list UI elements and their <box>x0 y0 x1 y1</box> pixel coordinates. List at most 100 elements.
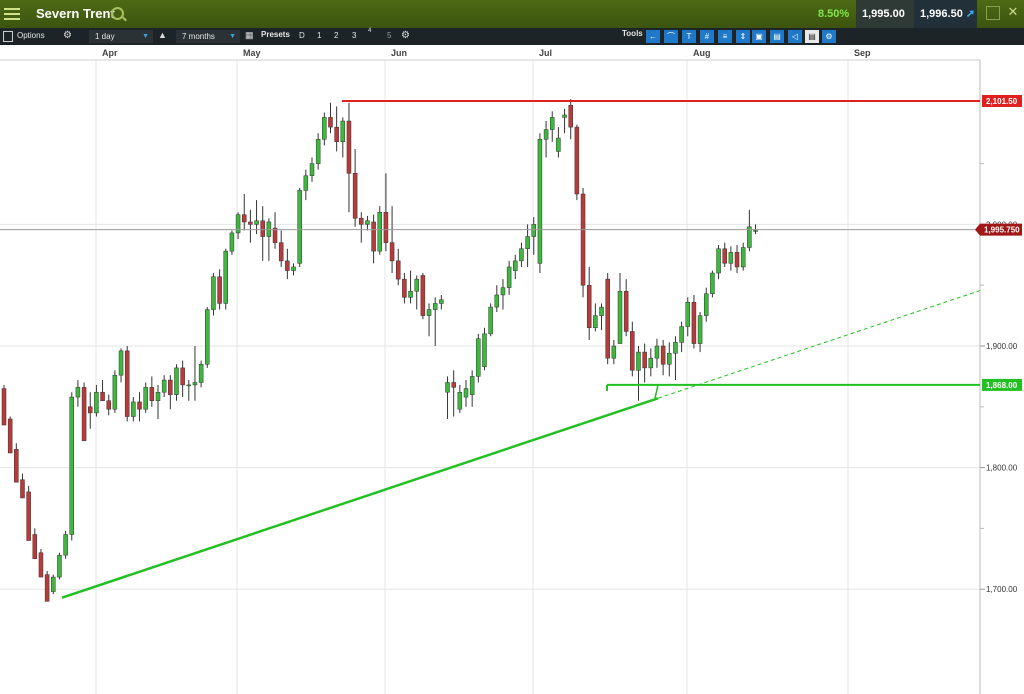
candle-body <box>537 139 543 264</box>
preset-1[interactable]: 1 <box>317 31 321 40</box>
candle <box>420 273 426 320</box>
candle <box>211 273 216 316</box>
candle-body <box>531 224 537 237</box>
candle <box>26 485 31 541</box>
candle-body <box>137 401 142 410</box>
candle-body <box>728 252 734 264</box>
candle <box>476 333 481 383</box>
table-icon[interactable] <box>3 31 13 42</box>
candle-body <box>543 129 549 140</box>
candle-body <box>371 221 376 252</box>
preset-5[interactable]: 5 <box>387 31 391 40</box>
candle-body <box>51 576 56 592</box>
candle-body <box>291 266 296 271</box>
candle <box>223 248 229 310</box>
candle-body <box>586 284 592 329</box>
candle-body <box>69 396 75 535</box>
y-tick-label: 1,900.00 <box>986 342 1018 351</box>
candle <box>297 187 302 267</box>
calendar-icon[interactable]: ▦ <box>245 30 254 41</box>
buy-price-button[interactable]: 1,996.50 ➚ <box>914 0 977 28</box>
candle-body <box>1 388 7 426</box>
print-icon[interactable]: ▤ <box>805 30 819 43</box>
candle-body <box>7 418 13 454</box>
candle <box>14 443 19 483</box>
candle-body <box>476 338 481 377</box>
candle-body <box>377 211 383 252</box>
candle <box>124 346 130 422</box>
candle-body <box>506 266 512 288</box>
candle-body <box>568 104 573 128</box>
preset-3[interactable]: 3 <box>352 31 356 40</box>
range-select[interactable]: 7 months ▼ <box>176 30 240 43</box>
candle-body <box>322 117 327 140</box>
chevron-down-icon: ▼ <box>142 33 149 40</box>
candle-body <box>611 345 617 359</box>
grid-icon[interactable]: # <box>700 30 714 43</box>
preset-d[interactable]: D <box>299 31 305 40</box>
candle-body <box>605 278 610 359</box>
gear-icon[interactable]: ⚙ <box>63 30 72 41</box>
candle-body <box>402 278 407 298</box>
candle <box>710 270 715 298</box>
candle-body <box>488 306 493 335</box>
lock-icon[interactable]: ▲ <box>158 30 167 40</box>
options-button[interactable]: Options <box>17 31 45 40</box>
candle-body <box>14 449 19 483</box>
preset-2[interactable]: 2 <box>334 31 338 40</box>
candle-body <box>617 291 623 344</box>
candle-body <box>439 299 444 304</box>
fibonacci-icon[interactable]: ≡ <box>718 30 732 43</box>
candle <box>377 206 383 255</box>
anchor-icon[interactable]: ⇕ <box>736 30 750 43</box>
candle-body <box>648 357 654 369</box>
candle-body <box>469 376 475 395</box>
interval-select[interactable]: 1 day ▼ <box>89 30 153 43</box>
gear-icon[interactable]: ⚙ <box>401 30 410 41</box>
candle-body <box>32 534 38 560</box>
search-icon[interactable] <box>111 7 124 20</box>
candle-body <box>642 351 647 369</box>
x-tick-label: Jul <box>539 48 552 58</box>
candle <box>605 273 610 365</box>
candle-body <box>654 345 660 359</box>
change-percent: 8.50% <box>818 8 850 20</box>
buy-arrow-icon: ➚ <box>965 8 976 20</box>
preset-4[interactable]: 4 <box>368 28 371 34</box>
candle-body <box>599 306 604 316</box>
chart-background <box>0 45 1024 694</box>
maximize-icon[interactable] <box>986 6 1000 20</box>
close-icon[interactable]: ✕ <box>1007 5 1019 18</box>
text-icon[interactable]: T <box>682 30 696 43</box>
settings-tool-icon[interactable]: ⚙ <box>822 30 836 43</box>
arrow-left-icon[interactable]: ← <box>646 30 660 43</box>
candle-body <box>513 260 518 271</box>
curve-icon[interactable]: ⌒ <box>664 30 678 43</box>
candle-body <box>124 350 130 417</box>
candle-body <box>556 137 561 152</box>
candle-body <box>198 363 204 383</box>
resistance-tag-label: 2,101.50 <box>986 97 1018 106</box>
shapes-icon[interactable]: ▤ <box>770 30 784 43</box>
candle-body <box>482 333 487 367</box>
candle-body <box>334 126 339 142</box>
menu-icon[interactable] <box>4 5 20 21</box>
candle-body <box>432 303 438 310</box>
candle-body <box>630 331 635 371</box>
candle-body <box>44 574 50 602</box>
candle-body <box>660 345 666 365</box>
eraser-icon[interactable]: ◁ <box>788 30 802 43</box>
candle-body <box>623 291 629 332</box>
layers-icon[interactable]: ▣ <box>752 30 766 43</box>
sell-price-button[interactable]: 1,995.00 ➚ <box>856 0 917 48</box>
interval-value: 1 day <box>95 32 115 41</box>
candle-body <box>223 250 229 304</box>
candle <box>112 370 118 413</box>
candle-body <box>118 350 124 376</box>
candle-body <box>703 293 709 316</box>
candle-body <box>734 252 740 268</box>
candle-body <box>636 351 641 371</box>
candle-body <box>562 114 567 118</box>
price-chart[interactable]: Apr May Jun Jul Aug Sep 1,700.00 1,800.00 1,900… <box>0 45 1024 694</box>
header-bar: Severn Trent 8.50% 1,995.00 ➚ 1,996.50 ➚… <box>0 0 1024 48</box>
